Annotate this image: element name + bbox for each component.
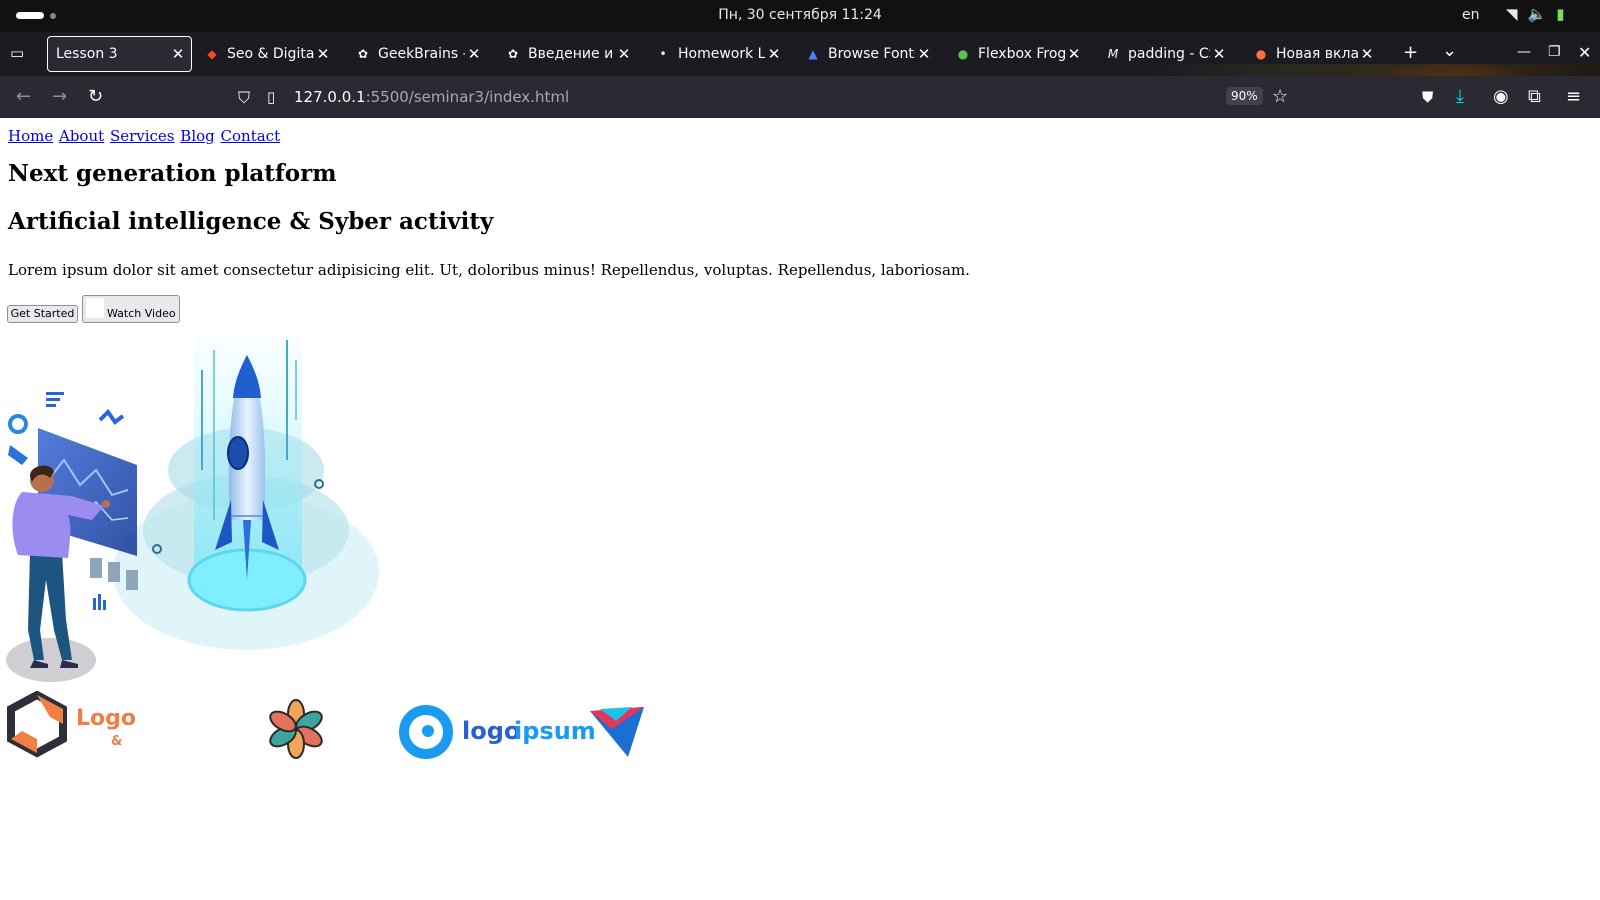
downloads-icon[interactable]: ⤓	[1456, 86, 1464, 107]
tab-flexbox-froggy[interactable]: ● Flexbox Frogg ✕	[947, 36, 1087, 72]
tab-title: Browse Fonts	[828, 46, 915, 62]
menu-icon[interactable]: ≡	[1566, 86, 1581, 107]
page-subtitle: Artificial intelligence & Syber activity	[8, 208, 494, 235]
tab-title: Seo & Digital M	[227, 46, 314, 62]
restore-icon[interactable]: ❐	[1548, 44, 1561, 60]
mdn-icon: M	[1107, 47, 1119, 61]
nav-services-link[interactable]: Services	[110, 127, 175, 145]
hero-illustration	[6, 335, 379, 682]
close-icon[interactable]: ✕	[465, 45, 483, 63]
bookmark-star-icon[interactable]: ☆	[1272, 86, 1288, 107]
tab-title: Lesson 3	[56, 46, 118, 62]
tab-title: GeekBrains - c	[378, 46, 465, 62]
close-icon[interactable]: ✕	[1065, 45, 1083, 63]
logo-flower	[269, 699, 323, 759]
tab-strip: ▭ Lesson 3 ✕ ◆ Seo & Digital M ✕ ✿ GeekB…	[0, 32, 1600, 76]
shield-icon[interactable]: ⛉	[238, 88, 250, 108]
account-icon[interactable]: ◉	[1493, 86, 1509, 107]
os-top-bar: Пн, 30 сентября 11:24 en ◥ 🔈 ▮	[0, 0, 1600, 32]
tab-title: Homework Le	[678, 46, 765, 62]
nav-blog-link[interactable]: Blog	[180, 127, 214, 145]
dot-icon: •	[659, 47, 667, 61]
logo-ipsum: logo ipsum	[399, 705, 596, 759]
tab-lesson-3[interactable]: Lesson 3 ✕	[47, 36, 192, 72]
url-path: :5500/seminar3/index.html	[365, 88, 570, 106]
close-icon[interactable]: ✕	[314, 45, 332, 63]
play-icon	[86, 298, 104, 318]
logo-and: Logo &	[7, 691, 136, 758]
wifi-icon: ◥	[1506, 5, 1518, 23]
url-bar[interactable]: 127.0.0.1:5500/seminar3/index.html	[294, 88, 569, 106]
lead-paragraph: Lorem ipsum dolor sit amet consectetur a…	[8, 261, 970, 279]
nav-home-link[interactable]: Home	[8, 127, 53, 145]
pocket-icon[interactable]: ⛊	[1422, 88, 1433, 106]
openai-icon: ✿	[507, 47, 519, 61]
os-clock[interactable]: Пн, 30 сентября 11:24	[0, 7, 1600, 23]
tab-title: Новая вклад	[1276, 46, 1358, 62]
tab-title: padding - CSS	[1128, 46, 1210, 62]
tab-browse-fonts[interactable]: ▲ Browse Fonts ✕	[797, 36, 937, 72]
tab-homework[interactable]: • Homework Le ✕	[647, 36, 787, 72]
logo-triangle	[590, 707, 644, 757]
navigation-toolbar: ← → ↻ ⛉ ▯ 127.0.0.1:5500/seminar3/index.…	[0, 76, 1600, 118]
reload-icon[interactable]: ↻	[88, 86, 103, 107]
nav-about-link[interactable]: About	[59, 127, 104, 145]
zoom-badge[interactable]: 90%	[1226, 87, 1263, 105]
tab-geekbrains[interactable]: ✿ GeekBrains - c ✕	[347, 36, 487, 72]
volume-icon: 🔈	[1527, 5, 1547, 23]
tab-vvedenie[interactable]: ✿ Введение и C ✕	[497, 36, 637, 72]
watch-video-button[interactable]: Watch Video	[82, 295, 180, 323]
logo1-word: Logo	[76, 706, 136, 731]
back-icon[interactable]: ←	[16, 86, 31, 107]
frog-icon: ●	[957, 47, 969, 61]
tab-title: Введение и C	[528, 46, 615, 62]
tab-list-icon[interactable]: ▭	[10, 44, 28, 62]
tab-new-tab[interactable]: ● Новая вклад ✕	[1245, 36, 1380, 72]
tab-title: Flexbox Frogg	[978, 46, 1065, 62]
nav-contact-link[interactable]: Contact	[221, 127, 281, 145]
window-close-icon[interactable]: ✕	[1578, 43, 1591, 62]
tab-seo-digital[interactable]: ◆ Seo & Digital M ✕	[196, 36, 336, 72]
get-started-button[interactable]: Get Started	[7, 305, 78, 323]
close-icon[interactable]: ✕	[765, 45, 783, 63]
partner-logos: Logo & logo ipsum	[7, 691, 644, 759]
page-title: Next generation platform	[8, 160, 337, 187]
system-tray[interactable]: ◥ 🔈 ▮	[1506, 5, 1565, 23]
close-icon[interactable]: ✕	[1210, 45, 1228, 63]
url-host: 127.0.0.1	[294, 88, 366, 106]
page-content: Home About Services Blog Contact Next ge…	[0, 118, 1600, 900]
close-icon[interactable]: ✕	[915, 45, 933, 63]
logo3-part-a: logo	[462, 717, 520, 745]
watch-video-label: Watch Video	[107, 307, 176, 320]
logo3-part-b: ipsum	[514, 717, 596, 745]
google-fonts-icon: ▲	[808, 47, 818, 61]
logo1-amp: &	[111, 734, 122, 749]
extensions-icon[interactable]: ⧉	[1528, 86, 1541, 107]
firefox-icon: ●	[1255, 47, 1267, 61]
figma-icon: ◆	[207, 47, 217, 61]
chevron-down-icon[interactable]: ⌄	[1442, 40, 1457, 61]
close-icon[interactable]: ✕	[615, 45, 633, 63]
keyboard-layout[interactable]: en	[1462, 7, 1480, 23]
openai-icon: ✿	[357, 47, 369, 61]
battery-icon: ▮	[1556, 5, 1565, 23]
forward-icon[interactable]: →	[52, 86, 67, 107]
close-icon[interactable]: ✕	[169, 45, 187, 63]
site-nav: Home About Services Blog Contact	[8, 127, 281, 145]
new-tab-icon[interactable]: +	[1403, 42, 1418, 63]
minimize-icon[interactable]: —	[1517, 44, 1531, 60]
close-icon[interactable]: ✕	[1358, 45, 1376, 63]
page-icon: ▯	[267, 88, 276, 106]
